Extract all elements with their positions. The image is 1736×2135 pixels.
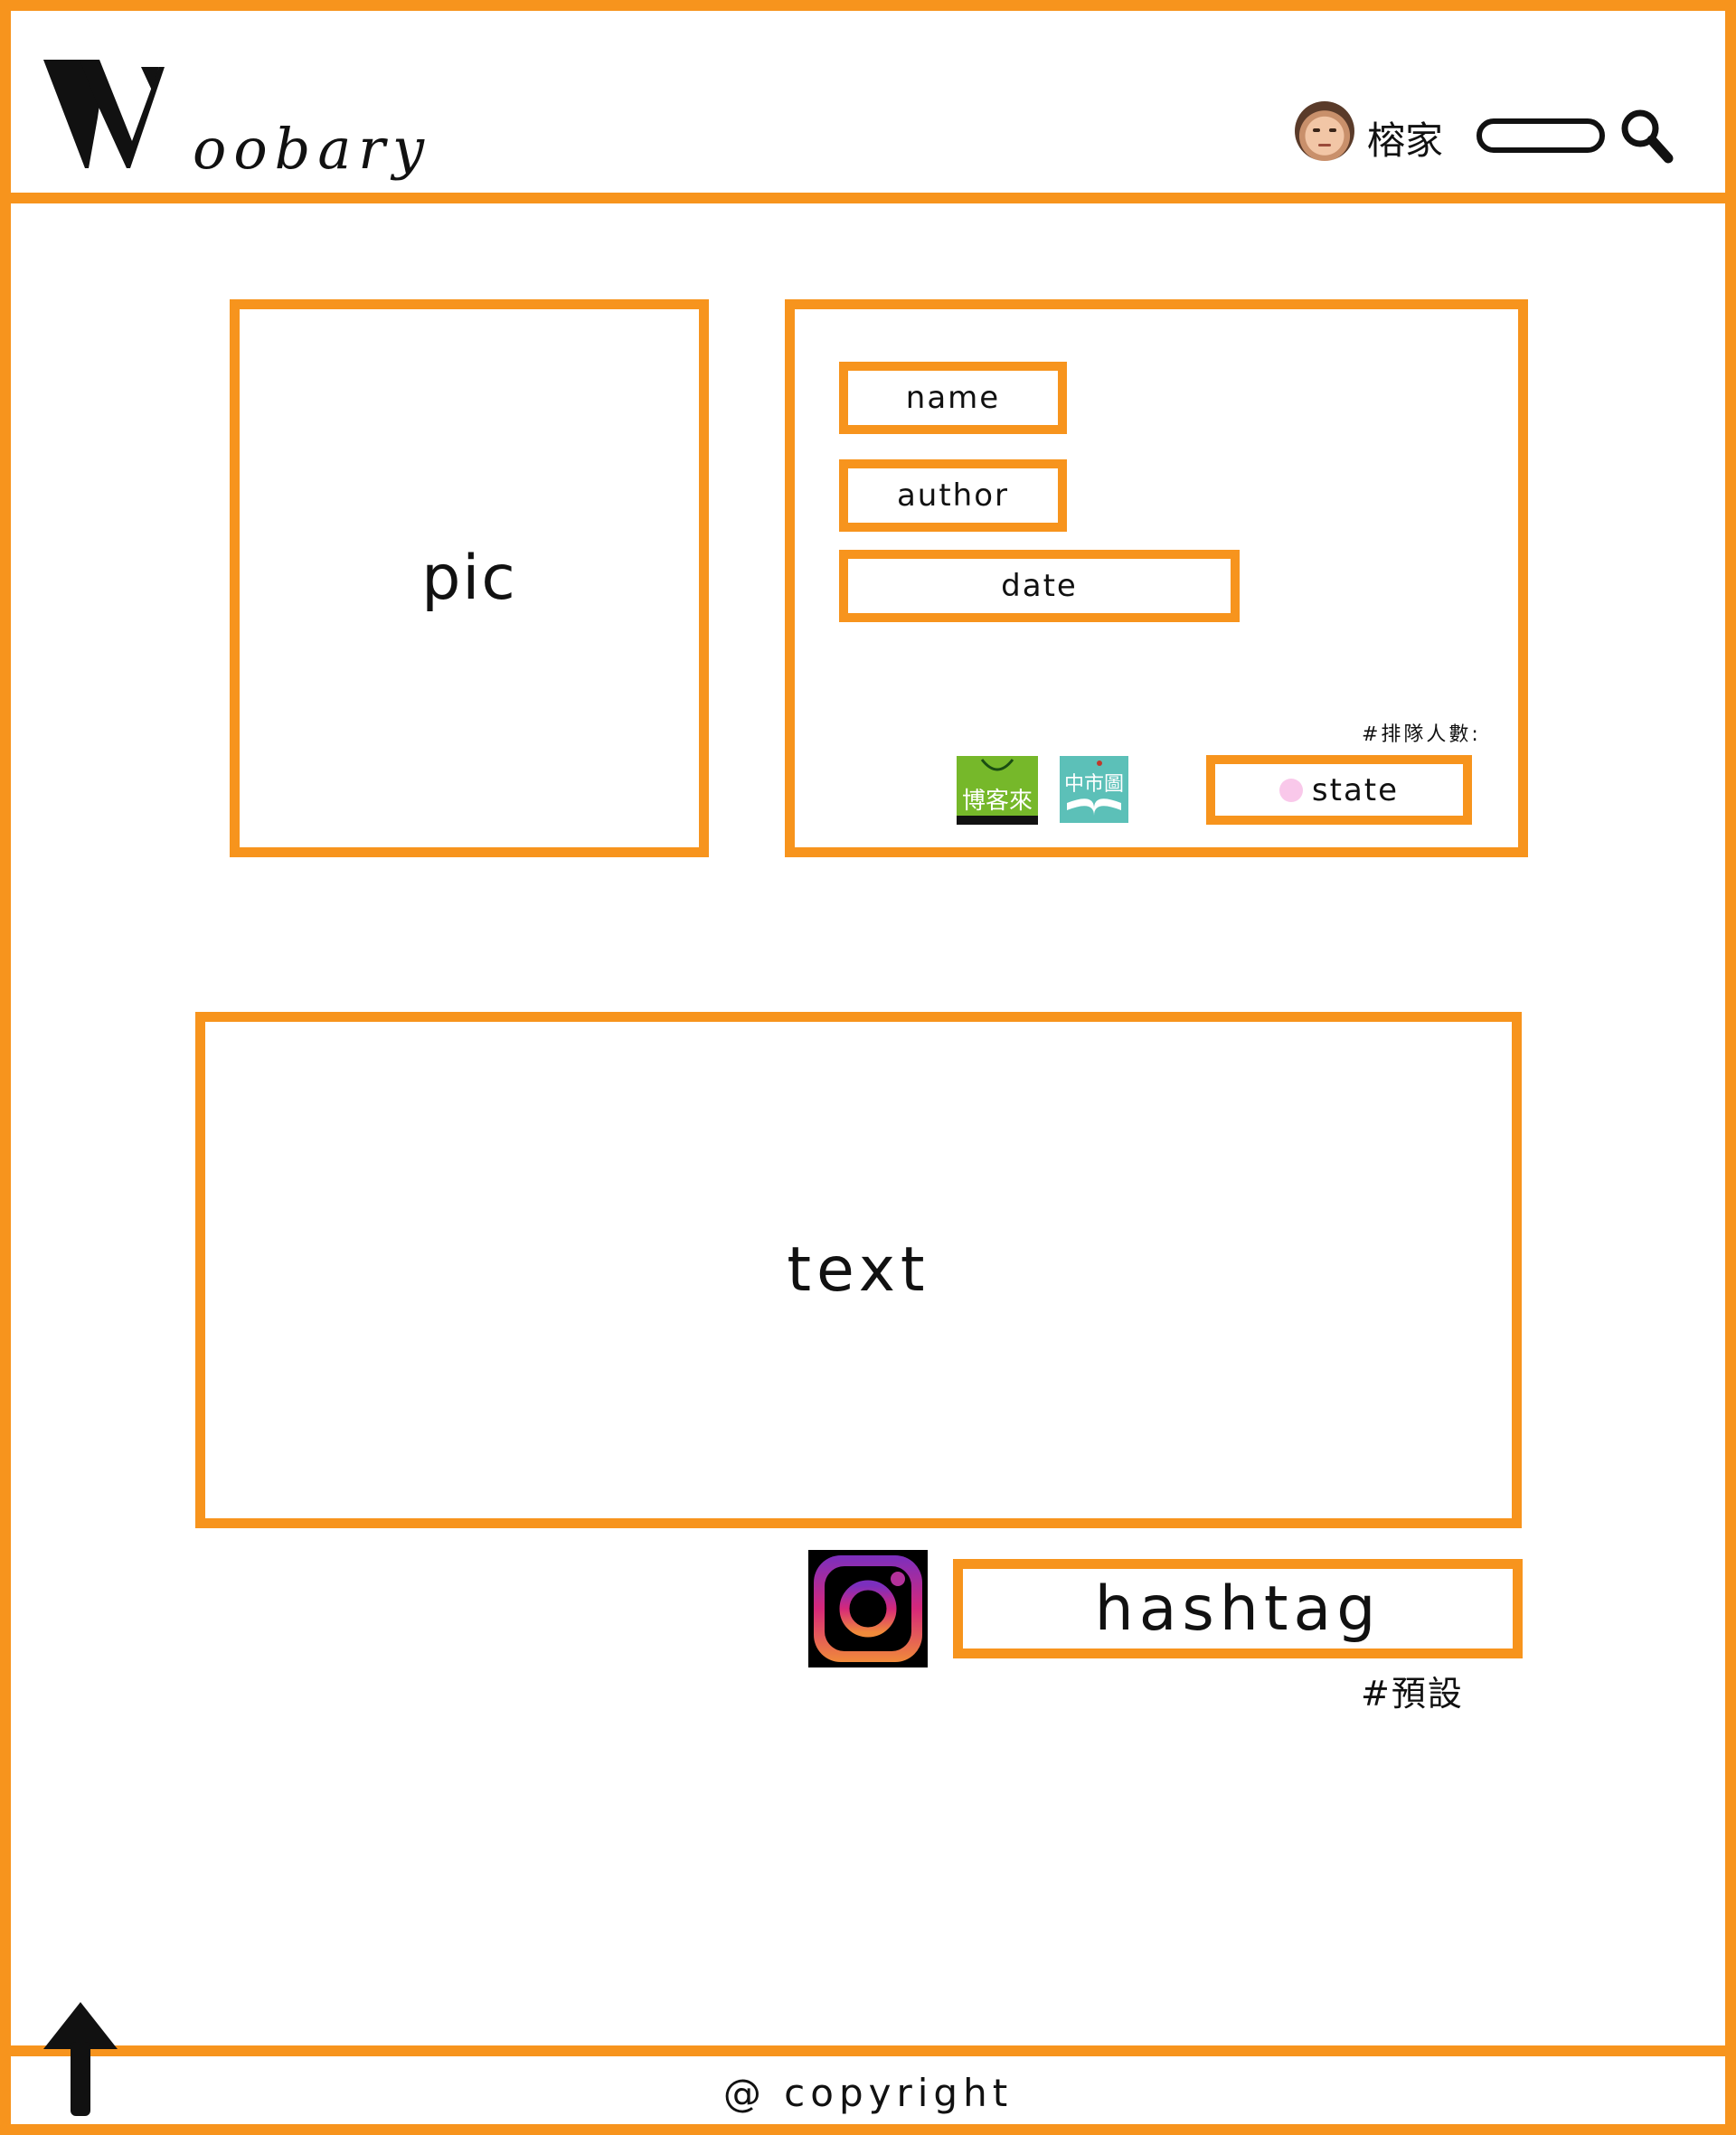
site-logo[interactable]: W oobary [43,54,424,190]
avatar-eye [1329,128,1336,132]
name-label: name [905,380,1001,416]
user-avatar[interactable] [1295,101,1354,161]
svg-text:中市圖: 中市圖 [1064,773,1124,796]
pic-label: pic [421,543,517,614]
author-label: author [896,477,1010,514]
avatar-mouth [1318,144,1331,146]
state-label: state [1311,771,1400,808]
logo-w-mark: W [43,54,165,168]
date-label: date [1001,568,1078,604]
svg-text:博客來: 博客來 [962,788,1033,815]
book-author-field[interactable]: author [839,459,1067,532]
search-input[interactable] [1482,124,1599,147]
taichung-library-logo[interactable]: 中市圖 [1060,756,1128,823]
hashtag-field[interactable]: hashtag [953,1559,1523,1658]
instagram-icon[interactable] [808,1550,928,1667]
book-state-badge[interactable]: state [1206,755,1472,825]
avatar-eye [1313,128,1320,132]
search-field[interactable] [1477,118,1605,153]
username[interactable]: 榕家 [1367,110,1443,165]
books-com-tw-logo[interactable]: 博客來 [957,756,1038,825]
book-name-field[interactable]: name [839,362,1067,434]
book-date-field[interactable]: date [839,550,1240,622]
book-cover-placeholder: pic [230,299,709,857]
hashtag-label: hashtag [1094,1573,1382,1645]
book-description-box: text [195,1012,1522,1528]
search-icon[interactable] [1618,107,1675,165]
svg-text:W: W [43,54,44,55]
state-indicator-dot [1278,778,1303,802]
queue-count-label: #排隊人數: [1362,723,1481,746]
header-divider [0,193,1736,203]
default-hashtag[interactable]: #預設 [1361,1666,1464,1715]
logo-wordmark: oobary [193,116,431,182]
footer-divider [0,2045,1736,2056]
copyright-text: @ copyright [722,2071,1014,2115]
text-label: text [787,1234,930,1306]
